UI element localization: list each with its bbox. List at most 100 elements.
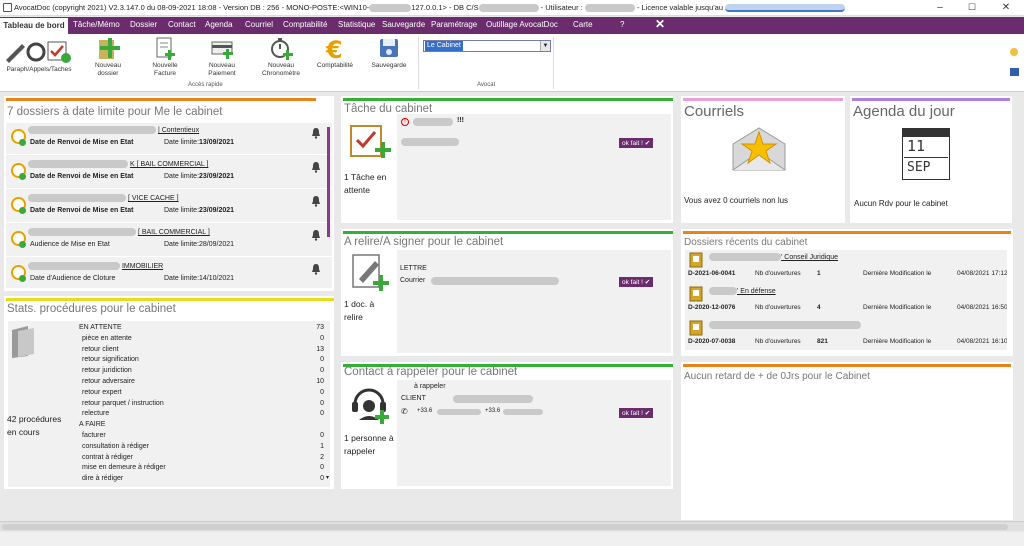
recent-dossier-name[interactable]: ' Conseil Juridique	[781, 254, 838, 261]
stat-label[interactable]: pièce en attente	[82, 335, 132, 342]
dossier-row[interactable]: | Contentieux Date de Renvoi de Mise en E…	[6, 123, 332, 155]
dossier-type[interactable]: K [ BAIL COMMERCIAL ]	[130, 161, 208, 168]
dossier-row[interactable]: [ BAIL COMMERCIAL ] Audience de Mise en E…	[6, 225, 332, 257]
contact-item[interactable]: à rappeler CLIENT ✆ +33.6 +33.6 ok fait …	[397, 380, 671, 486]
avocat-select[interactable]: Le Cabinet ▼	[423, 40, 551, 52]
calendar-icon[interactable]: 11 SEP	[902, 128, 950, 180]
avocat-select-value: Le Cabinet	[425, 41, 463, 51]
paraph-button[interactable]: Paraph/Appels/Taches	[2, 36, 76, 74]
stat-label[interactable]: dire à rédiger	[82, 475, 123, 482]
maximize-button[interactable]: ☐	[956, 0, 988, 15]
dossier-type[interactable]: | Contentieux	[158, 127, 199, 134]
stat-label[interactable]: retour signification	[82, 356, 139, 363]
dossier-date-prefix: Date limite:	[164, 173, 200, 180]
stat-label[interactable]: A FAIRE	[79, 421, 105, 428]
invoice-add-icon	[153, 36, 177, 60]
stat-label[interactable]: consultation à rédiger	[82, 443, 149, 450]
contact-ok-button[interactable]: ok fait ! ✔	[619, 408, 654, 418]
recent-dossier-row[interactable]: ' En défense D-2020-12-0076 Nb d'ouverture…	[685, 284, 1007, 320]
info-icon[interactable]	[1010, 48, 1018, 56]
dossier-type[interactable]: [ VICE CACHE ]	[128, 195, 179, 202]
recent-dossier-row[interactable]: D-2020-07-0038 Nb d'ouvertures 821 Dernière…	[685, 318, 1007, 350]
menu-comptabilite[interactable]: Comptabilité	[283, 20, 327, 29]
recent-dossier-name[interactable]: ' En défense	[737, 288, 776, 295]
bell-icon[interactable]	[310, 195, 322, 207]
comptabilite-button[interactable]: € Comptabilité	[312, 36, 358, 70]
headset-icon	[349, 384, 391, 424]
dossier-row[interactable]: K [ BAIL COMMERCIAL ] Date de Renvoi de M…	[6, 157, 332, 189]
stat-label[interactable]: mise en demeure à rédiger	[82, 464, 166, 471]
stat-label[interactable]: EN ATTENTE	[79, 324, 122, 331]
nouveau-paiement-label-1: Nouveau	[208, 62, 236, 69]
menu-dossier[interactable]: Dossier	[130, 20, 157, 29]
dossier-type[interactable]: IMMOBILIER	[122, 263, 163, 270]
menu-help[interactable]: ?	[620, 20, 624, 29]
minimize-button[interactable]: –	[924, 0, 956, 15]
menu-agenda[interactable]: Agenda	[205, 20, 233, 29]
menu-contact[interactable]: Contact	[168, 20, 196, 29]
stat-label[interactable]: retour client	[82, 346, 119, 353]
menu-sauvegarde[interactable]: Sauvegarde	[382, 20, 425, 29]
stat-value: 0	[320, 356, 324, 364]
sauvegarde-button[interactable]: Sauvegarde	[368, 36, 410, 70]
menu-outillage[interactable]: Outillage AvocatDoc	[486, 20, 558, 29]
contact-phone-1[interactable]: +33.6	[417, 408, 432, 414]
nouveau-chronometre-button[interactable]: Nouveau Chronomètre	[258, 36, 304, 78]
menu-parametrage[interactable]: Paramétrage	[431, 20, 477, 29]
horizontal-scrollbar[interactable]	[0, 521, 1024, 531]
relire-item[interactable]: LETTRE Courrier ok fait ! ✔	[397, 250, 671, 353]
menu-statistique[interactable]: Statistique	[338, 20, 375, 29]
stat-label[interactable]: retour adversaire	[82, 378, 135, 385]
recent-dossier-row[interactable]: ' Conseil Juridique D-2021-06-0041 Nb d'ou…	[685, 250, 1007, 286]
stat-label[interactable]: retour parquet / instruction	[82, 400, 164, 407]
tache-count-2: attente	[344, 185, 370, 195]
bell-icon[interactable]	[310, 127, 322, 139]
paraph-label: Paraph/Appels/Taches	[6, 66, 72, 73]
menu-courriel[interactable]: Courriel	[245, 20, 273, 29]
close-tab-icon[interactable]: ✕	[655, 17, 665, 31]
folder-stats-icon	[10, 326, 36, 358]
dossier-row[interactable]: [ VICE CACHE ] Date de Renvoi de Mise en …	[6, 191, 332, 223]
menu-carte[interactable]: Carte	[573, 20, 593, 29]
bell-icon[interactable]	[310, 263, 322, 275]
tache-ok-button[interactable]: ok fait ! ✔	[619, 138, 654, 148]
stat-label[interactable]: retour expert	[82, 389, 122, 396]
nouveau-paiement-button[interactable]: Nouveau Paiement	[202, 36, 242, 78]
stat-label[interactable]: relecture	[82, 410, 109, 417]
tache-item[interactable]: ! !!! ok fait ! ✔	[397, 114, 671, 220]
nouvelle-facture-button[interactable]: Nouvelle Facture	[145, 36, 185, 78]
contact-phone-2[interactable]: +33.6	[485, 408, 500, 414]
scrollbar-thumb[interactable]	[2, 524, 1008, 530]
contact-title: Contact à rappeler pour le cabinet	[344, 366, 518, 378]
nouveau-paiement-label-2: Paiement	[208, 70, 236, 77]
contact-action: à rappeler	[414, 383, 446, 390]
recent-mod-date: 04/08/2021 16:50	[957, 304, 1007, 311]
mail-star-icon[interactable]	[729, 124, 789, 174]
relire-doc-type: LETTRE	[400, 265, 427, 272]
stat-label[interactable]: facturer	[82, 432, 106, 439]
nouveau-dossier-button[interactable]: Nouveau dossier	[88, 36, 128, 78]
agenda-panel: Agenda du jour 11 SEP Aucun Rdv pour le …	[850, 96, 1012, 223]
menu-tableau-de-bord[interactable]: Tableau de bord	[0, 18, 68, 34]
relire-ok-button[interactable]: ok fait ! ✔	[619, 277, 654, 287]
dossier-date: 23/09/2021	[199, 173, 235, 180]
dossier-row[interactable]: IMMOBILIER Date d'Audience de Cloture Date…	[6, 259, 332, 288]
courriels-text: Vous avez 0 courriels non lus	[684, 196, 789, 205]
scroll-down-icon[interactable]: ▾	[326, 474, 329, 481]
stat-label[interactable]: retour juridiction	[82, 367, 132, 374]
payment-add-icon	[210, 36, 234, 60]
green-bar-2	[343, 231, 673, 234]
dossiers-list: | Contentieux Date de Renvoi de Mise en E…	[6, 123, 332, 288]
monitor-icon[interactable]	[1010, 68, 1019, 76]
menu-tache-memo[interactable]: Tâche/Mémo	[73, 20, 120, 29]
contact-count-2: rappeler	[344, 446, 376, 456]
alarm-clock-icon	[11, 163, 26, 180]
stat-label[interactable]: contrat à rédiger	[82, 454, 133, 461]
dossiers-scrollbar[interactable]	[327, 127, 330, 237]
bell-icon[interactable]	[310, 161, 322, 173]
app-icon	[3, 3, 12, 12]
binder-icon	[689, 252, 703, 268]
dossier-type[interactable]: [ BAIL COMMERCIAL ]	[138, 229, 210, 236]
bell-icon[interactable]	[310, 229, 322, 241]
close-window-button[interactable]: ✕	[990, 0, 1022, 15]
